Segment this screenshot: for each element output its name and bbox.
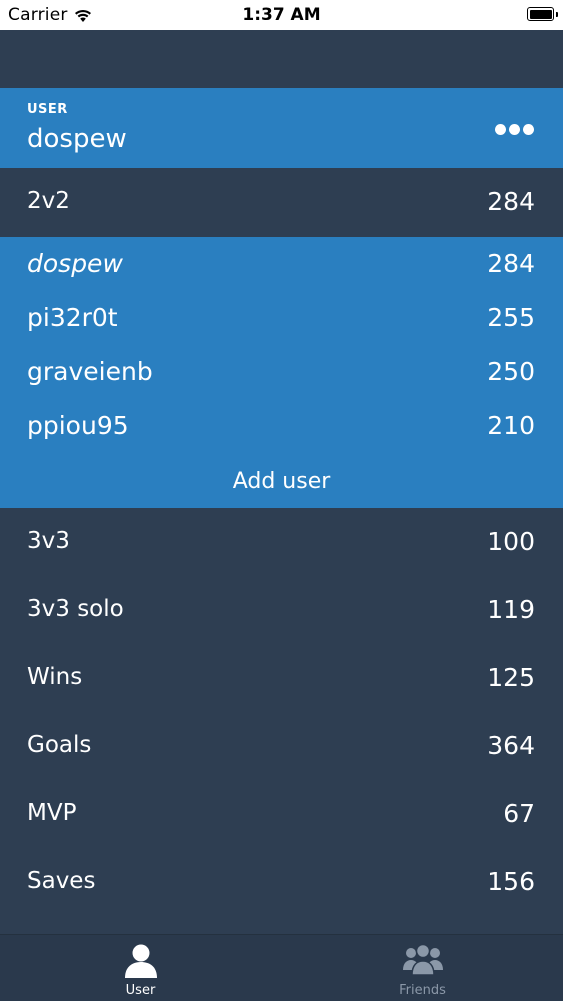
stat-value: 125 xyxy=(487,663,535,692)
stat-value: 364 xyxy=(487,731,535,760)
user-header: USER dospew xyxy=(0,88,563,168)
tab-label: Friends xyxy=(399,983,446,998)
player-score: 255 xyxy=(487,303,535,332)
more-dots-icon[interactable] xyxy=(495,124,535,136)
battery-icon xyxy=(527,7,558,21)
player-row[interactable]: dospew 284 xyxy=(0,237,563,291)
player-name: ppiou95 xyxy=(27,411,129,440)
stat-row-saves[interactable]: Saves 156 xyxy=(0,848,563,916)
stat-value: 119 xyxy=(487,595,535,624)
player-row[interactable]: pi32r0t 255 xyxy=(0,291,563,345)
stat-label: Goals xyxy=(27,732,92,758)
mode-label: 2v2 xyxy=(27,188,70,214)
stat-value: 156 xyxy=(487,867,535,896)
player-name: graveienb xyxy=(27,357,153,386)
user-header-label: USER xyxy=(27,102,68,117)
tab-user[interactable]: User xyxy=(0,935,281,1001)
stat-row-3v3-solo[interactable]: 3v3 solo 119 xyxy=(0,576,563,644)
stat-row-wins[interactable]: Wins 125 xyxy=(0,644,563,712)
status-bar: Carrier 1:37 AM xyxy=(0,0,563,30)
player-list: dospew 284 pi32r0t 255 graveienb 250 ppi… xyxy=(0,237,563,508)
navigation-bar xyxy=(0,30,563,88)
stat-label: MVP xyxy=(27,800,77,826)
player-score: 284 xyxy=(487,249,535,278)
mode-row-2v2[interactable]: 2v2 284 xyxy=(0,168,563,237)
status-time: 1:37 AM xyxy=(242,5,321,25)
stat-row-goals[interactable]: Goals 364 xyxy=(0,712,563,780)
stat-label: 3v3 xyxy=(27,528,70,554)
player-name: pi32r0t xyxy=(27,303,118,332)
stat-value: 100 xyxy=(487,527,535,556)
stat-value: 67 xyxy=(503,799,535,828)
user-icon xyxy=(123,942,159,982)
tab-bar: User Friends xyxy=(0,934,563,1001)
stat-label: 3v3 solo xyxy=(27,596,124,622)
mode-value: 284 xyxy=(487,187,535,216)
tab-label: User xyxy=(125,983,156,998)
user-header-username: dospew xyxy=(27,124,127,154)
add-user-button[interactable]: Add user xyxy=(0,469,563,494)
stat-label: Saves xyxy=(27,868,96,894)
stat-row-3v3[interactable]: 3v3 100 xyxy=(0,508,563,576)
player-score: 250 xyxy=(487,357,535,386)
friends-icon xyxy=(402,942,443,980)
stat-row-mvp[interactable]: MVP 67 xyxy=(0,780,563,848)
player-row[interactable]: graveienb 250 xyxy=(0,345,563,399)
player-name: dospew xyxy=(27,249,123,278)
tab-friends[interactable]: Friends xyxy=(282,935,563,1001)
stat-label: Wins xyxy=(27,664,83,690)
player-row[interactable]: ppiou95 210 xyxy=(0,399,563,453)
player-score: 210 xyxy=(487,411,535,440)
